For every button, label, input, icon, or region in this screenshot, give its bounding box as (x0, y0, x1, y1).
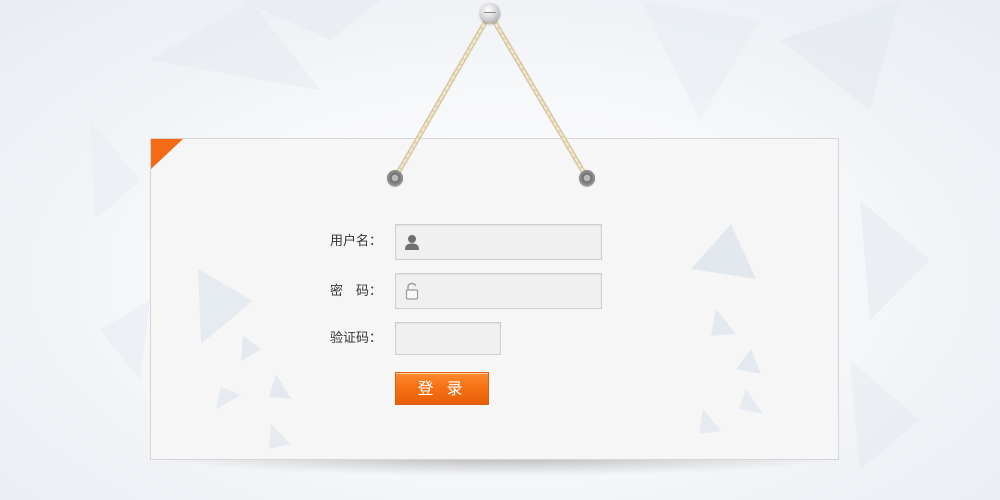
hanging-strings (392, 11, 590, 181)
grommet-left-icon (387, 170, 403, 186)
password-input[interactable] (428, 282, 593, 300)
captcha-input[interactable] (402, 330, 494, 348)
grommet-right-icon (579, 170, 595, 186)
password-label: 密 码： (330, 284, 383, 299)
lock-icon (405, 282, 419, 300)
captcha-label: 验证码： (330, 331, 383, 346)
nail-icon (480, 3, 500, 23)
username-label: 用户名： (330, 234, 383, 249)
user-icon (405, 235, 419, 250)
username-field[interactable] (395, 224, 602, 260)
login-button[interactable]: 登 录 (395, 372, 489, 405)
captcha-field[interactable] (395, 322, 501, 355)
username-input[interactable] (428, 233, 593, 251)
password-field[interactable] (395, 273, 602, 309)
